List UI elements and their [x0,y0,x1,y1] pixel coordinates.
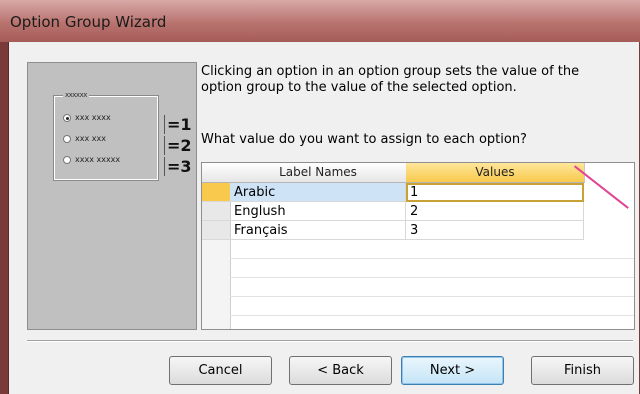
preview-value-1: =1 [164,115,192,134]
description-text: Clicking an option in an option group se… [201,64,580,95]
empty-row [230,240,634,259]
preview-option-1: xxx xxxx [63,113,111,122]
values-grid[interactable]: Label Names Values Arabic 1 Englush 2 Fr… [201,162,635,330]
title-bar: Option Group Wizard [0,0,640,42]
divider [27,340,633,342]
preview-option-3: xxxx xxxxx [63,155,120,164]
window-title: Option Group Wizard [10,13,167,31]
grid-corner [202,163,231,183]
row-selector-2[interactable] [202,202,230,221]
preview-frame: xxxxxx xxx xxxx xxx xxx xxxx xxxxx [53,91,159,181]
preview-value-3: =3 [164,157,192,176]
empty-row [230,297,634,316]
radio-icon [63,155,71,164]
column-header-values[interactable]: Values [406,163,585,183]
cell-value-3[interactable]: 3 [406,221,584,240]
preview-legend: xxxxxx [63,91,89,99]
radio-selected-icon [63,113,71,122]
finish-button[interactable]: Finish [531,356,634,385]
preview-option-label: xxx xxx [75,134,106,143]
cell-value-2[interactable]: 2 [406,202,584,221]
option-group-preview: xxxxxx xxx xxxx xxx xxx xxxx xxxxx =1 =2… [27,62,197,330]
cell-label-1[interactable]: Arabic [230,183,406,202]
preview-option-2: xxx xxx [63,134,106,143]
preview-value-2: =2 [164,136,192,155]
back-button[interactable]: < Back [289,356,392,385]
row-selector-3[interactable] [202,221,230,240]
radio-icon [63,134,71,143]
next-button[interactable]: Next > [401,356,504,385]
cell-value-1[interactable]: 1 [406,183,584,202]
empty-row [230,259,634,278]
cell-label-3[interactable]: Français [230,221,406,240]
row-selector-1[interactable] [202,183,230,202]
preview-option-label: xxx xxxx [75,113,111,122]
cancel-button[interactable]: Cancel [169,356,272,385]
empty-row [230,278,634,297]
question-text: What value do you want to assign to each… [201,132,527,147]
preview-option-label: xxxx xxxxx [75,155,121,164]
wizard-body: xxxxxx xxx xxxx xxx xxx xxxx xxxxx =1 =2… [8,42,639,394]
cell-label-2[interactable]: Englush [230,202,406,221]
column-header-label-names[interactable]: Label Names [230,163,407,183]
